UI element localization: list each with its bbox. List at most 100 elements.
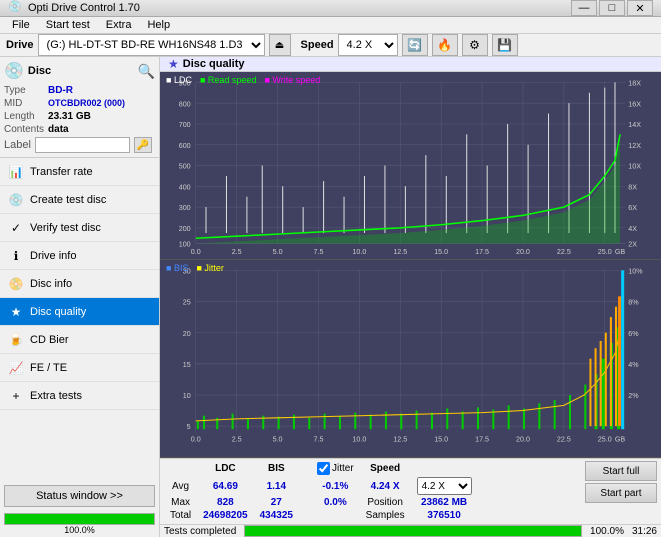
- drive-info-icon: ℹ: [8, 248, 24, 264]
- avg-bis: 1.14: [254, 476, 299, 496]
- svg-text:6%: 6%: [628, 329, 639, 338]
- window-controls: — □ ✕: [571, 0, 653, 16]
- svg-text:0.0: 0.0: [191, 435, 201, 444]
- svg-text:300: 300: [179, 203, 191, 212]
- nav-drive-info[interactable]: ℹ Drive info: [0, 242, 159, 270]
- max-bis: 27: [254, 496, 299, 509]
- jitter-checkbox[interactable]: [317, 462, 330, 475]
- statusbar-text: Tests completed: [164, 526, 236, 537]
- svg-text:10X: 10X: [628, 162, 641, 171]
- status-window-button[interactable]: Status window >>: [4, 485, 155, 507]
- sidebar: 💿 Disc 🔍 Type BD-R MID OTCBDR002 (000) L…: [0, 57, 160, 537]
- length-label: Length: [4, 111, 44, 122]
- nav-extra-tests[interactable]: + Extra tests: [0, 382, 159, 410]
- statusbar: Tests completed 100.0% 31:26: [160, 524, 661, 537]
- burn-button[interactable]: 🔥: [432, 34, 458, 56]
- svg-text:22.5: 22.5: [557, 247, 571, 256]
- max-jitter: 0.0%: [311, 496, 360, 509]
- mid-label: MID: [4, 98, 44, 109]
- svg-text:2.5: 2.5: [232, 435, 242, 444]
- nav-transfer-rate[interactable]: 📊 Transfer rate: [0, 158, 159, 186]
- position-label: Position: [367, 497, 403, 508]
- svg-text:10: 10: [183, 391, 191, 400]
- nav-verify-test-disc[interactable]: ✓ Verify test disc: [0, 214, 159, 242]
- svg-text:100: 100: [179, 240, 191, 249]
- fe-te-icon: 📈: [8, 360, 24, 376]
- svg-text:20.0: 20.0: [516, 247, 530, 256]
- disc-quality-icon: ★: [8, 304, 24, 320]
- position-value: 23862 MB: [411, 496, 478, 509]
- maximize-button[interactable]: □: [599, 0, 625, 16]
- menu-help[interactable]: Help: [139, 17, 178, 33]
- sidebar-progress-text: 100.0%: [4, 525, 155, 535]
- svg-text:2%: 2%: [628, 391, 639, 400]
- chart1-legend: ■ LDC ■ Read speed ■ Write speed: [162, 73, 324, 87]
- save-button[interactable]: 💾: [492, 34, 518, 56]
- nav-fe-te[interactable]: 📈 FE / TE: [0, 354, 159, 382]
- statusbar-progress-fill: [245, 526, 581, 536]
- disc-panel: 💿 Disc 🔍 Type BD-R MID OTCBDR002 (000) L…: [0, 57, 159, 158]
- max-row-label: Max: [164, 496, 197, 509]
- label-button[interactable]: 🔑: [134, 137, 152, 153]
- chart2-legend: ■ BIS ■ Jitter: [162, 261, 228, 275]
- stats-bar: LDC BIS Jitter Speed: [160, 458, 661, 524]
- disc-quality-header: ★ Disc quality: [160, 57, 661, 72]
- jitter-legend: Jitter: [204, 263, 224, 273]
- jitter-label: Jitter: [332, 463, 354, 474]
- svg-text:400: 400: [179, 182, 191, 191]
- disc-quality-header-icon: ★: [168, 57, 179, 71]
- statusbar-progress: [244, 525, 582, 537]
- svg-text:7.5: 7.5: [314, 435, 324, 444]
- svg-text:17.5: 17.5: [475, 435, 489, 444]
- drive-select[interactable]: (G:) HL-DT-ST BD-RE WH16NS48 1.D3: [38, 34, 265, 56]
- app-title: Opti Drive Control 1.70: [28, 2, 571, 14]
- nav-create-test-disc[interactable]: 💿 Create test disc: [0, 186, 159, 214]
- start-part-button[interactable]: Start part: [585, 483, 657, 503]
- menu-extra[interactable]: Extra: [98, 17, 140, 33]
- menu-file[interactable]: File: [4, 17, 38, 33]
- svg-text:800: 800: [179, 99, 191, 108]
- svg-text:5.0: 5.0: [273, 435, 283, 444]
- app-icon: 💿: [8, 0, 24, 16]
- eject-button[interactable]: ⏏: [269, 34, 291, 56]
- chart2-svg: 30 25 20 15 10 5 10% 8% 6% 4% 2% 0.0: [160, 260, 661, 457]
- start-full-button[interactable]: Start full: [585, 461, 657, 481]
- svg-text:20: 20: [183, 329, 191, 338]
- refresh-button[interactable]: 🔄: [402, 34, 428, 56]
- charts-area: ■ LDC ■ Read speed ■ Write speed: [160, 72, 661, 458]
- readspeed-legend: Read speed: [208, 75, 257, 85]
- svg-text:GB: GB: [615, 247, 626, 256]
- statusbar-progress-pct: 100.0%: [590, 526, 624, 537]
- speed-select[interactable]: 4.2 X 2.0 X 1.0 X: [338, 34, 398, 56]
- svg-text:14X: 14X: [628, 120, 641, 129]
- nav-disc-info[interactable]: 📀 Disc info: [0, 270, 159, 298]
- svg-text:16X: 16X: [628, 99, 641, 108]
- minimize-button[interactable]: —: [571, 0, 597, 16]
- svg-text:8X: 8X: [628, 182, 637, 191]
- content-area: ★ Disc quality ■ LDC ■ Read speed ■ Writ…: [160, 57, 661, 537]
- type-value: BD-R: [48, 85, 155, 96]
- menu-start-test[interactable]: Start test: [38, 17, 98, 33]
- nav-disc-quality[interactable]: ★ Disc quality: [0, 298, 159, 326]
- disc-info-icon: 📀: [8, 276, 24, 292]
- verify-test-disc-icon: ✓: [8, 220, 24, 236]
- svg-text:0.0: 0.0: [191, 247, 201, 256]
- nav-menu: 📊 Transfer rate 💿 Create test disc ✓ Ver…: [0, 158, 159, 481]
- samples-value: 376510: [411, 509, 478, 522]
- svg-text:12.5: 12.5: [393, 247, 407, 256]
- speed-dropdown[interactable]: 4.2 X: [417, 477, 472, 495]
- svg-text:10.0: 10.0: [352, 435, 366, 444]
- nav-verify-test-disc-label: Verify test disc: [30, 222, 101, 234]
- close-button[interactable]: ✕: [627, 0, 653, 16]
- svg-text:18X: 18X: [628, 78, 641, 87]
- main-area: 💿 Disc 🔍 Type BD-R MID OTCBDR002 (000) L…: [0, 57, 661, 537]
- nav-cd-bier[interactable]: 🍺 CD Bier: [0, 326, 159, 354]
- speed-label: Speed: [301, 39, 334, 51]
- settings-button[interactable]: ⚙: [462, 34, 488, 56]
- nav-cd-bier-label: CD Bier: [30, 334, 69, 346]
- nav-transfer-rate-label: Transfer rate: [30, 166, 93, 178]
- ldc-legend: LDC: [174, 75, 192, 85]
- nav-create-test-disc-label: Create test disc: [30, 194, 106, 206]
- label-input[interactable]: [35, 137, 130, 153]
- svg-text:5.0: 5.0: [273, 247, 283, 256]
